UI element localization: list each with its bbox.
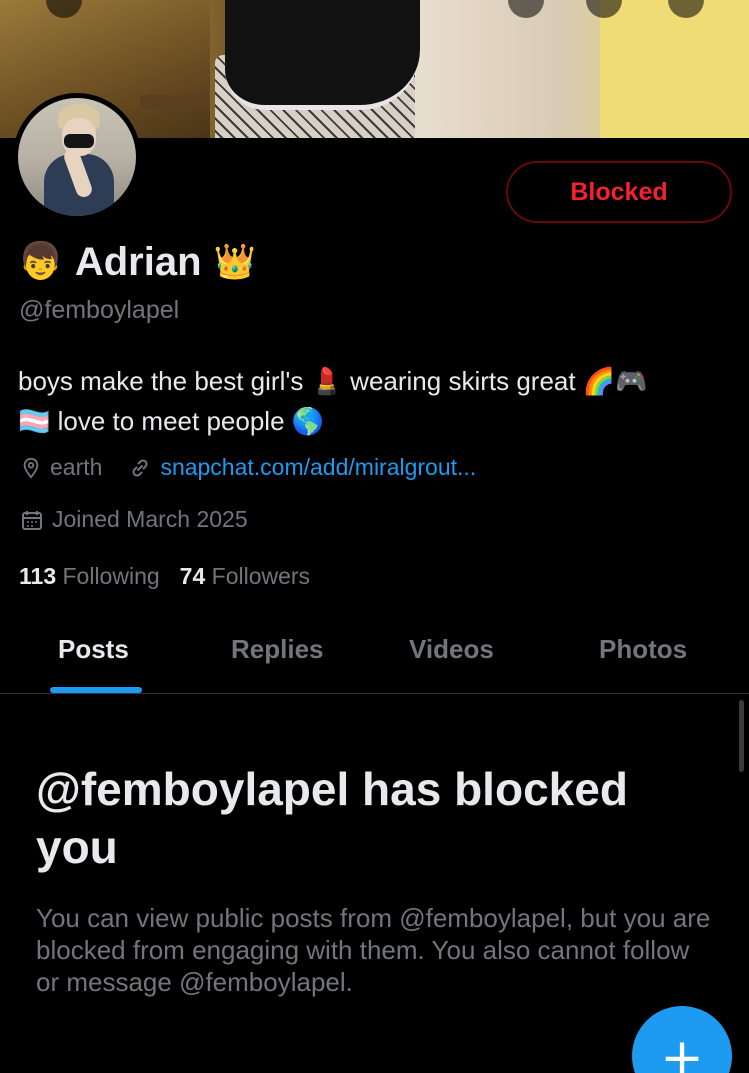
joined-date: Joined March 2025	[20, 506, 248, 533]
blocked-notice-title: @femboylapel has blocked you	[36, 763, 628, 873]
display-name-row: 👦 Adrian 👑	[18, 236, 256, 288]
joined-text: Joined March 2025	[52, 506, 248, 532]
followers-label: Followers	[211, 563, 311, 589]
location-item: earth	[20, 454, 102, 481]
following-link[interactable]: 113 Following	[19, 563, 160, 590]
boy-emoji-icon: 👦	[18, 241, 63, 282]
active-tab-indicator	[50, 687, 142, 693]
followers-link[interactable]: 74 Followers	[180, 563, 310, 590]
lipstick-emoji-icon: 💄	[310, 367, 343, 397]
location-text: earth	[50, 454, 103, 480]
scrollbar[interactable]	[739, 700, 744, 772]
banner-overlay-button[interactable]	[508, 0, 544, 18]
bio-text: wearing skirts great	[350, 366, 576, 396]
crown-emoji-icon: 👑	[213, 242, 256, 282]
globe-emoji-icon: 🌎	[291, 407, 325, 437]
banner-door	[600, 0, 749, 138]
profile-bio: boys make the best girl's 💄 wearing skir…	[18, 362, 733, 442]
tab-videos[interactable]: Videos	[409, 634, 494, 665]
profile-tabs: Posts Replies Videos Photos	[0, 614, 749, 694]
profile-handle: @femboylapel	[19, 296, 180, 324]
trans-flag-emoji-icon: 🏳️‍⚧️	[18, 407, 51, 437]
follow-counts: 113 Following 74 Followers	[19, 563, 310, 590]
tab-photos[interactable]: Photos	[599, 634, 687, 665]
bio-text: boys make the best girl's	[18, 366, 304, 396]
plus-icon: +	[660, 1028, 704, 1073]
blocked-notice-description: You can view public posts from @femboyla…	[36, 903, 711, 997]
website-item[interactable]: snapchat.com/add/miralgrout...	[128, 454, 476, 481]
compose-fab-button[interactable]: +	[632, 1006, 732, 1073]
profile-meta: earth snapchat.com/add/miralgrout...	[20, 454, 502, 481]
link-icon	[132, 458, 148, 477]
avatar-image	[18, 98, 136, 216]
blocked-button[interactable]: Blocked	[506, 161, 732, 223]
banner-shorts	[225, 0, 420, 110]
website-link[interactable]: snapchat.com/add/miralgrout...	[160, 454, 476, 481]
tab-replies[interactable]: Replies	[231, 634, 324, 665]
avatar-mask	[64, 134, 94, 148]
tab-posts[interactable]: Posts	[58, 634, 129, 665]
following-label: Following	[62, 563, 160, 589]
bio-text: love to meet people	[57, 406, 285, 436]
banner-shelf	[140, 95, 210, 109]
location-pin-icon	[23, 457, 39, 479]
display-name: Adrian	[74, 239, 202, 284]
followers-count: 74	[179, 563, 206, 589]
avatar[interactable]	[13, 93, 141, 221]
rainbow-gamepad-emoji-icon: 🌈🎮	[582, 367, 648, 397]
calendar-icon	[22, 510, 42, 530]
following-count: 113	[19, 563, 57, 589]
